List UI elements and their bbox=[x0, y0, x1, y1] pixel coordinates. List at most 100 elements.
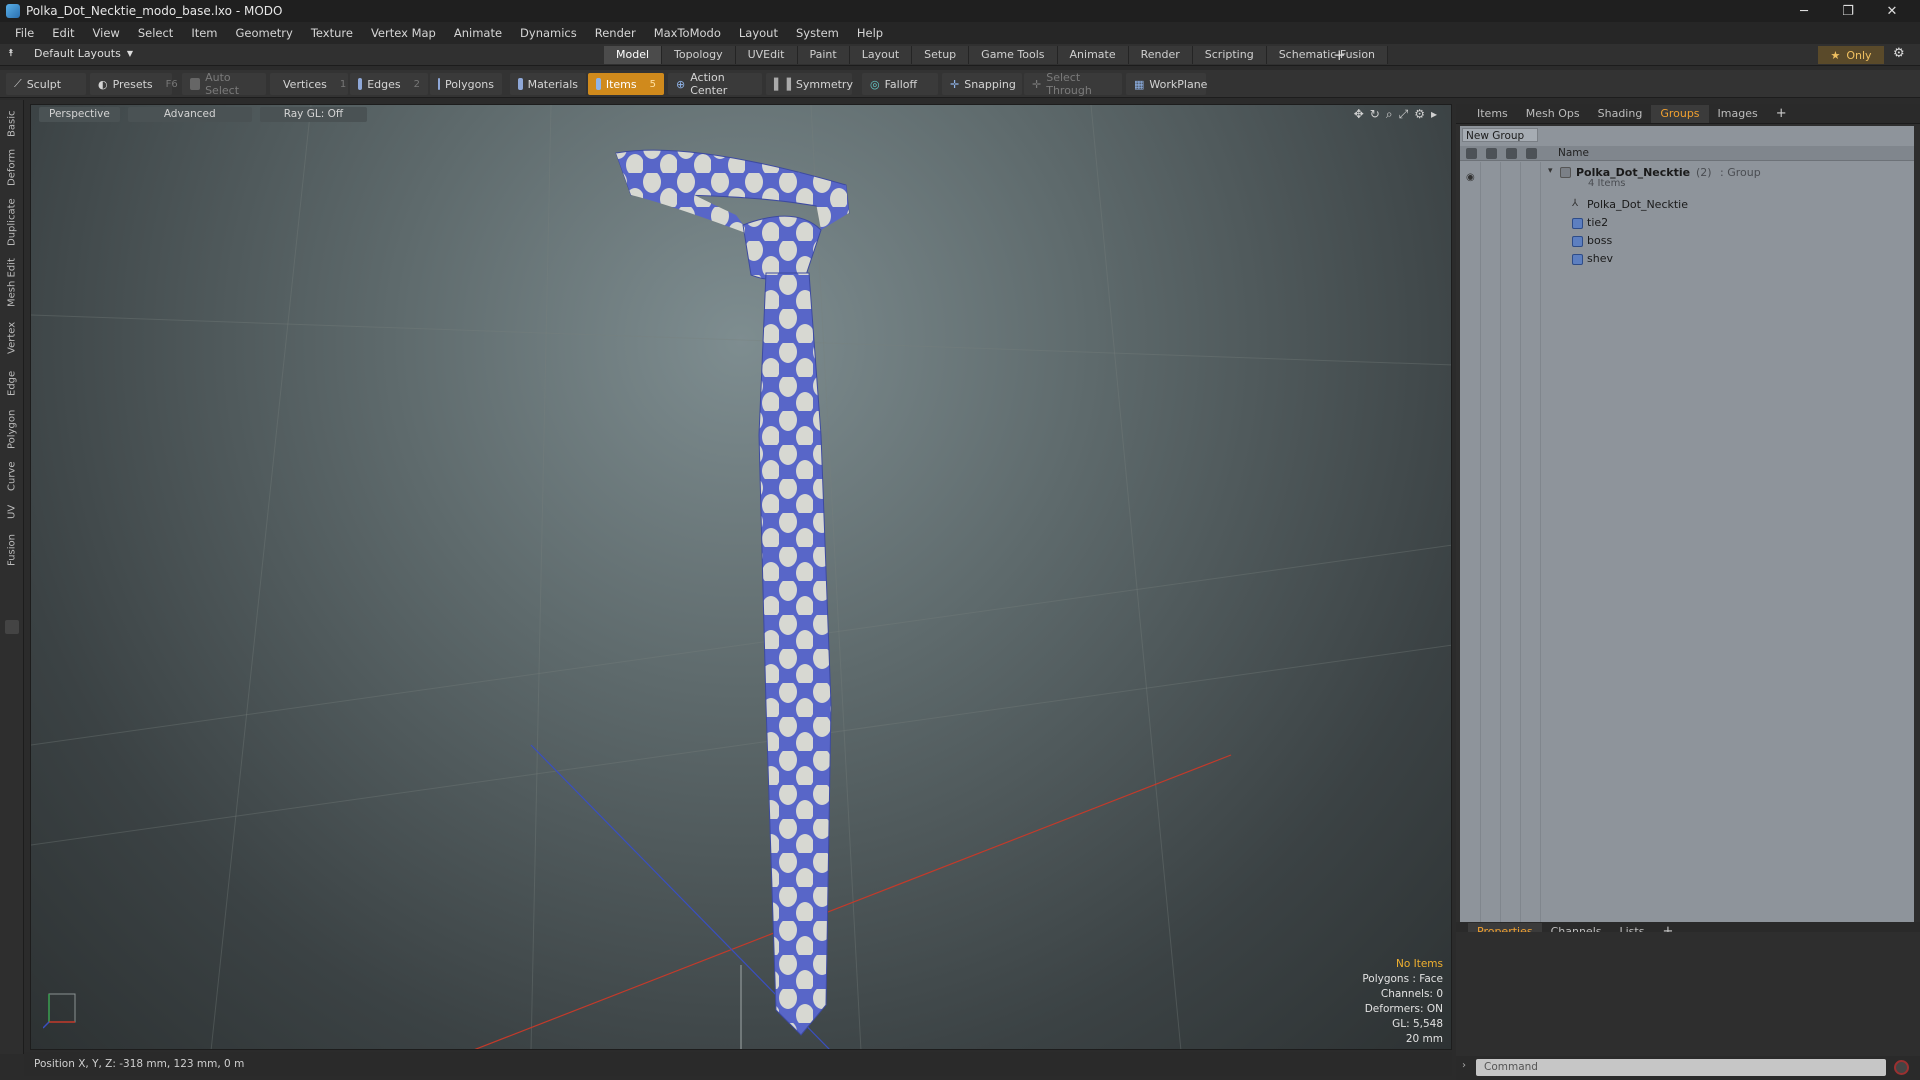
edges-count: 2 bbox=[413, 78, 420, 90]
eye-icon[interactable]: ◉ bbox=[1466, 172, 1475, 183]
menu-select[interactable]: Select bbox=[129, 22, 182, 44]
tab-model[interactable]: Model bbox=[604, 46, 663, 64]
select-through-button[interactable]: ✛ Select Through bbox=[1024, 71, 1122, 97]
viewport-expand-icon[interactable]: ▸ bbox=[1431, 107, 1437, 122]
tab-paint[interactable]: Paint bbox=[797, 46, 850, 64]
lock-icon[interactable] bbox=[1506, 148, 1517, 159]
only-toggle[interactable]: ★ Only bbox=[1818, 46, 1884, 64]
tab-uvedit[interactable]: UVEdit bbox=[735, 46, 798, 64]
title-bar: Polka_Dot_Necktie_modo_base.lxo - MODO ─… bbox=[0, 0, 1920, 22]
tab-items[interactable]: Items bbox=[1468, 105, 1517, 123]
maximize-button[interactable]: ❐ bbox=[1826, 0, 1870, 22]
status-bar: Position X, Y, Z: -318 mm, 123 mm, 0 m bbox=[24, 1052, 1452, 1076]
new-group-button[interactable]: New Group bbox=[1462, 128, 1538, 142]
panel-toggle-icon[interactable] bbox=[5, 620, 19, 634]
zoom-icon[interactable]: ⌕ bbox=[1386, 107, 1393, 122]
vtab-uv[interactable]: UV bbox=[4, 500, 20, 524]
snapping-icon: ✛ bbox=[950, 77, 960, 91]
column-name: Name bbox=[1558, 147, 1589, 159]
close-button[interactable]: ✕ bbox=[1870, 0, 1914, 22]
vertices-button[interactable]: Vertices 1 bbox=[270, 73, 348, 95]
vtab-mesh-edit[interactable]: Mesh Edit bbox=[4, 256, 20, 310]
vtab-vertex[interactable]: Vertex bbox=[4, 318, 20, 358]
menu-geometry[interactable]: Geometry bbox=[227, 22, 302, 44]
shading-advanced-dropdown[interactable]: Advanced bbox=[127, 107, 252, 122]
tab-animate[interactable]: Animate bbox=[1057, 46, 1129, 64]
gear-icon[interactable]: ⚙ bbox=[1893, 46, 1905, 61]
presets-button[interactable]: ◐ Presets F6 bbox=[90, 73, 178, 95]
menu-system[interactable]: System bbox=[787, 22, 848, 44]
edges-button[interactable]: Edges 2 bbox=[350, 73, 428, 95]
layout-bar: ⯭ Default Layouts ▼ Model Topology UVEdi… bbox=[0, 44, 1920, 66]
tab-shading[interactable]: Shading bbox=[1589, 105, 1652, 123]
auto-select-label: Auto Select bbox=[205, 71, 240, 97]
menu-render[interactable]: Render bbox=[586, 22, 645, 44]
list-item[interactable]: tie2 bbox=[1460, 214, 1910, 232]
polygons-button[interactable]: Polygons bbox=[430, 73, 502, 95]
snapping-button[interactable]: ✛ Snapping bbox=[942, 73, 1022, 95]
tab-scripting[interactable]: Scripting bbox=[1192, 46, 1267, 64]
action-center-icon: ⊕ bbox=[676, 77, 686, 91]
record-macro-icon[interactable] bbox=[1894, 1060, 1909, 1075]
tab-render[interactable]: Render bbox=[1128, 46, 1193, 64]
sculpt-button[interactable]: ⟋ Sculpt bbox=[6, 73, 86, 95]
3d-viewport[interactable]: Perspective Advanced Ray GL: Off ✥ ↻ ⌕ ⤢… bbox=[30, 104, 1452, 1050]
menu-help[interactable]: Help bbox=[848, 22, 892, 44]
menu-dynamics[interactable]: Dynamics bbox=[511, 22, 586, 44]
menu-edit[interactable]: Edit bbox=[43, 22, 83, 44]
menu-view[interactable]: View bbox=[84, 22, 129, 44]
command-bar: › Command bbox=[1456, 1056, 1920, 1080]
group-row[interactable]: ◉ ▾ Polka_Dot_Necktie (2) : Group 4 Item… bbox=[1460, 164, 1910, 192]
menu-texture[interactable]: Texture bbox=[302, 22, 362, 44]
menu-maxtomodo[interactable]: MaxToModo bbox=[645, 22, 730, 44]
menu-item[interactable]: Item bbox=[182, 22, 226, 44]
vtab-edge[interactable]: Edge bbox=[4, 366, 20, 400]
items-label: Items bbox=[605, 77, 637, 91]
vtab-fusion[interactable]: Fusion bbox=[4, 530, 20, 570]
viewport-settings-icon[interactable]: ⚙ bbox=[1414, 107, 1425, 122]
view-perspective-dropdown[interactable]: Perspective bbox=[39, 107, 120, 122]
tab-topology[interactable]: Topology bbox=[662, 46, 736, 64]
vtab-deform[interactable]: Deform bbox=[4, 146, 20, 188]
tab-layout[interactable]: Layout bbox=[849, 46, 913, 64]
tab-setup[interactable]: Setup bbox=[912, 46, 970, 64]
list-item[interactable]: shev bbox=[1460, 250, 1910, 268]
menu-vertex-map[interactable]: Vertex Map bbox=[362, 22, 445, 44]
action-center-button[interactable]: ⊕ Action Center bbox=[668, 71, 762, 97]
tab-game-tools[interactable]: Game Tools bbox=[969, 46, 1058, 64]
add-tab-button[interactable]: + bbox=[1333, 46, 1346, 64]
materials-button[interactable]: Materials bbox=[510, 73, 586, 95]
falloff-button[interactable]: ◎ Falloff bbox=[862, 73, 938, 95]
minimize-button[interactable]: ─ bbox=[1782, 0, 1826, 22]
group-subtitle: 4 Items bbox=[1588, 178, 1626, 189]
tab-images[interactable]: Images bbox=[1709, 105, 1767, 123]
vtab-basic[interactable]: Basic bbox=[4, 106, 20, 142]
raygl-toggle[interactable]: Ray GL: Off bbox=[259, 107, 368, 122]
layout-selector[interactable]: ⯭ Default Layouts ▼ bbox=[8, 47, 133, 60]
render-icon[interactable] bbox=[1486, 148, 1497, 159]
select-icon[interactable] bbox=[1526, 148, 1537, 159]
edges-icon bbox=[358, 78, 363, 90]
add-panel-tab-button[interactable]: + bbox=[1767, 105, 1796, 123]
tab-mesh-ops[interactable]: Mesh Ops bbox=[1517, 105, 1589, 123]
rotate-icon[interactable]: ↻ bbox=[1370, 107, 1380, 122]
menu-file[interactable]: File bbox=[6, 22, 43, 44]
visibility-icon[interactable] bbox=[1466, 148, 1477, 159]
symmetry-button[interactable]: ▌▐ Symmetry bbox=[766, 73, 853, 95]
expand-arrow-icon[interactable]: ▾ bbox=[1548, 166, 1553, 176]
auto-select-button[interactable]: Auto Select bbox=[182, 71, 266, 97]
pan-icon[interactable]: ✥ bbox=[1354, 107, 1364, 122]
workplane-button[interactable]: ▦ WorkPlane bbox=[1126, 73, 1207, 95]
tab-schematic-fusion[interactable]: Schematic Fusion bbox=[1266, 46, 1389, 64]
fit-icon[interactable]: ⤢ bbox=[1399, 107, 1409, 122]
vtab-curve[interactable]: Curve bbox=[4, 458, 20, 494]
list-item[interactable]: boss bbox=[1460, 232, 1910, 250]
items-button[interactable]: Items 5 bbox=[588, 73, 664, 95]
command-input[interactable]: Command bbox=[1476, 1059, 1886, 1076]
tab-groups[interactable]: Groups bbox=[1651, 104, 1709, 123]
vtab-duplicate[interactable]: Duplicate bbox=[4, 196, 20, 248]
menu-animate[interactable]: Animate bbox=[445, 22, 511, 44]
vtab-polygon[interactable]: Polygon bbox=[4, 406, 20, 452]
menu-layout[interactable]: Layout bbox=[730, 22, 787, 44]
list-item[interactable]: ⅄ Polka_Dot_Necktie bbox=[1460, 196, 1910, 214]
